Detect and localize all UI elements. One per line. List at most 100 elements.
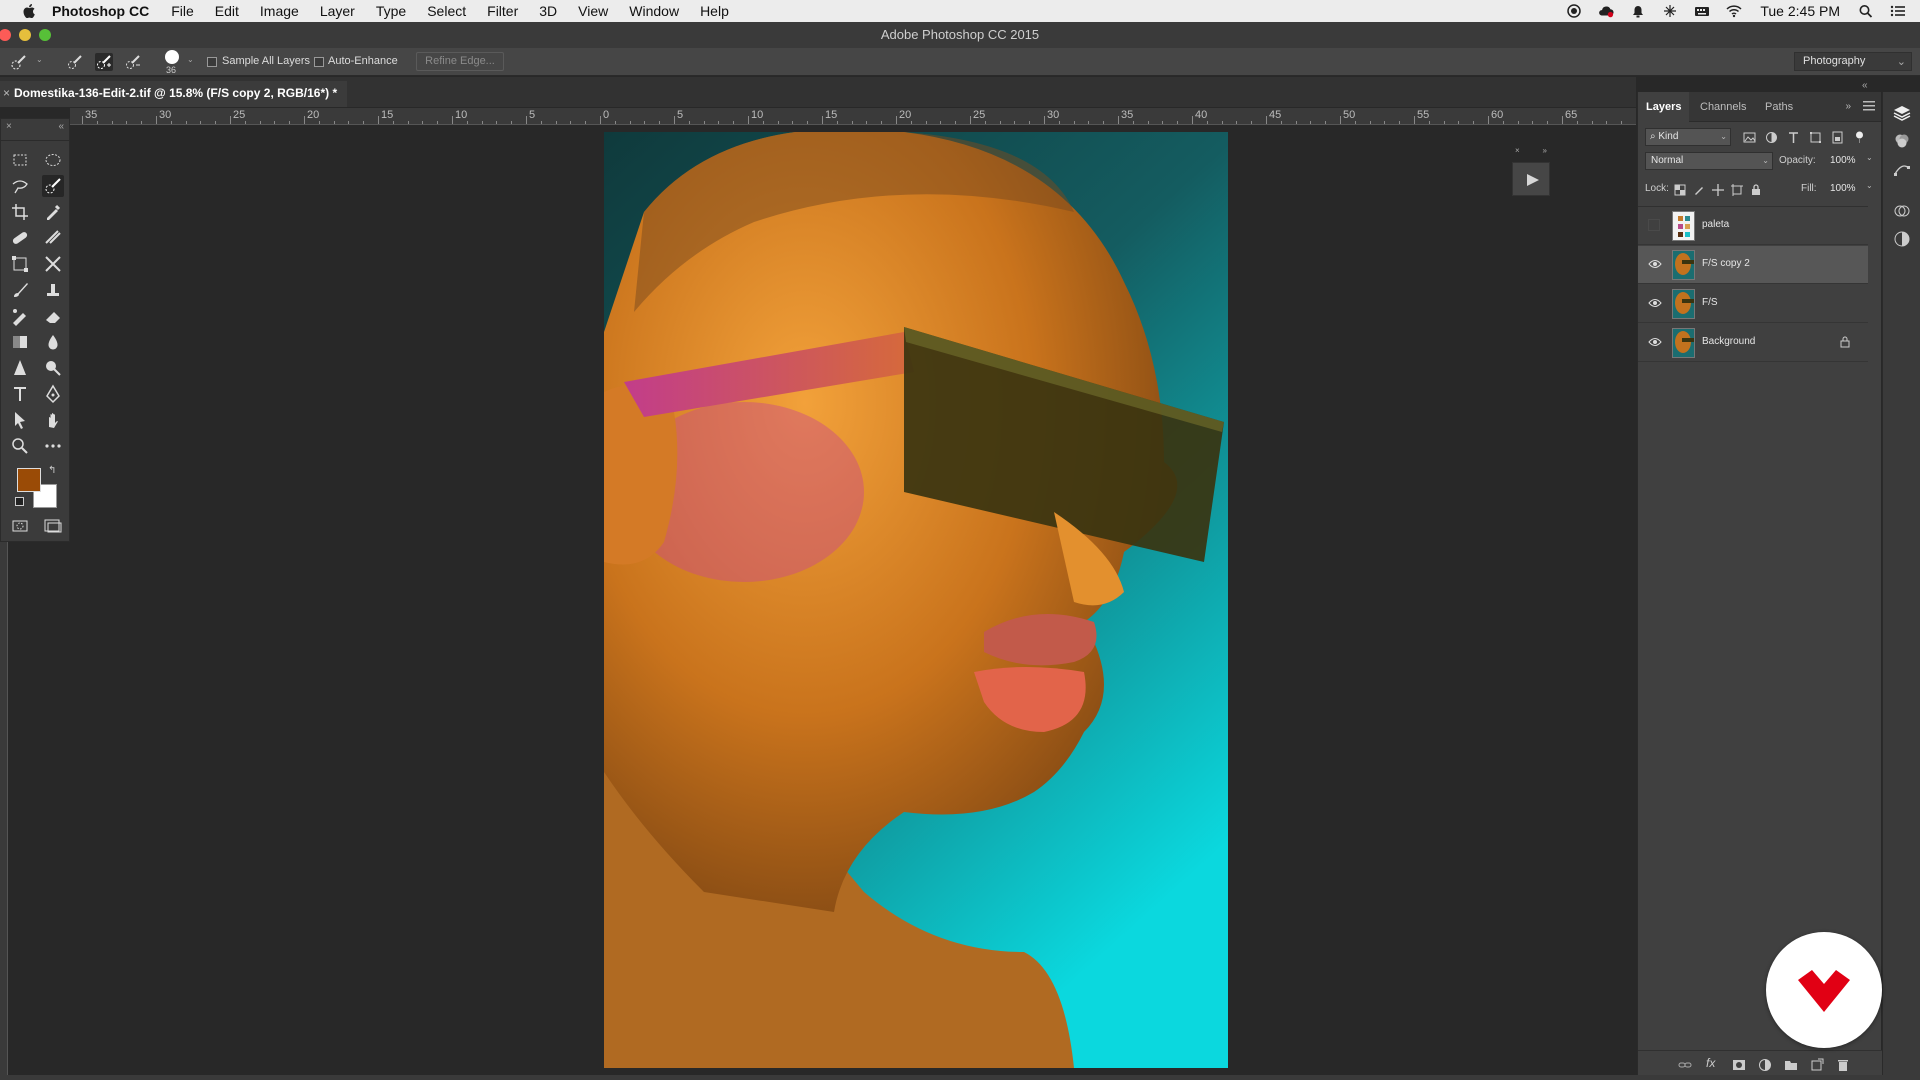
horizontal-ruler[interactable]: 35 30 25 20 15 10 5 0 5 10 15 20 25 30 35 40 45 50 55 60 65 [70,108,1636,125]
add-layer-style-icon[interactable]: fx [1706,1056,1720,1070]
menu-layer[interactable]: Layer [320,3,355,19]
filter-toggle-icon[interactable] [1853,131,1866,144]
expand-panel-icon[interactable]: » [1845,101,1851,112]
eye-icon[interactable] [1648,298,1662,308]
refine-edge-button[interactable]: Refine Edge... [416,52,504,71]
eyedropper-tool-icon[interactable] [42,201,64,223]
properties-panel-icon[interactable] [1893,230,1911,248]
lock-image-pixels-icon[interactable] [1693,184,1705,196]
blend-mode-select[interactable]: Normal ⌄ [1645,152,1773,170]
layer-row-paleta[interactable]: paleta [1638,207,1868,245]
notification-center-icon[interactable] [1890,4,1906,18]
layer-row-fs-copy-2[interactable]: F/S copy 2 [1638,246,1868,284]
spotlight-search-icon[interactable] [1858,4,1874,18]
layer-name[interactable]: F/S [1702,297,1718,308]
brush-picker-chevron-icon[interactable]: ⌄ [187,55,194,64]
more-tool-icon[interactable] [42,435,64,457]
eye-icon[interactable] [1648,259,1662,269]
creative-cloud-icon[interactable] [1598,4,1614,18]
auto-enhance-checkbox[interactable] [314,57,324,67]
menu-help[interactable]: Help [700,3,729,19]
lock-transparent-pixels-icon[interactable] [1674,184,1686,196]
workspace-switcher[interactable]: Photography ⌄ [1794,52,1912,71]
content-aware-move-tool-icon[interactable] [42,253,64,275]
link-layers-icon[interactable] [1678,1058,1692,1072]
healing-brush-tool-icon[interactable] [9,227,31,249]
filter-type-icon[interactable] [1787,131,1800,144]
zoom-tool-icon[interactable] [9,435,31,457]
document-canvas-image[interactable] [604,132,1228,1068]
swap-colors-icon[interactable]: ↰ [48,465,56,476]
delete-layer-icon[interactable] [1836,1058,1850,1072]
patch-tool-icon[interactable] [42,227,64,249]
tools-panel-header[interactable]: × « [1,119,69,141]
eraser-tool-icon[interactable] [42,305,64,327]
app-name-menu[interactable]: Photoshop CC [52,3,149,19]
add-layer-mask-icon[interactable] [1732,1058,1746,1072]
blur-tool-icon[interactable] [42,331,64,353]
mixer-brush-tool-icon[interactable] [9,305,31,327]
panel-menu-icon[interactable] [1863,101,1875,111]
layer-name[interactable]: paleta [1702,219,1729,230]
minimize-window-button[interactable] [19,29,31,41]
apple-icon[interactable] [20,4,38,18]
add-to-selection-icon[interactable] [95,53,113,71]
menubar-clock[interactable]: Tue 2:45 PM [1760,3,1840,19]
opacity-chevron-icon[interactable]: ⌄ [1866,153,1873,162]
elliptical-marquee-tool-icon[interactable] [42,149,64,171]
adjustments-panel-icon[interactable] [1893,202,1911,220]
filter-pixel-icon[interactable] [1743,131,1756,144]
opacity-input[interactable]: 100% [1830,155,1856,166]
sharpen-tool-icon[interactable] [9,357,31,379]
expand-mini-panel-icon[interactable]: » [1543,146,1547,156]
hand-tool-icon[interactable] [42,409,64,431]
notification-icon[interactable] [1630,4,1646,18]
layer-visibility-toggle[interactable] [1648,219,1660,231]
menu-type[interactable]: Type [376,3,406,19]
pen-tool-icon[interactable] [42,383,64,405]
menu-file[interactable]: File [171,3,194,19]
subtract-from-selection-icon[interactable] [124,53,142,71]
quick-selection-tool-icon[interactable] [42,175,64,197]
layers-panel-icon[interactable] [1893,104,1911,122]
tab-paths[interactable]: Paths [1765,92,1793,122]
eye-icon[interactable] [1648,337,1662,347]
layer-row-fs[interactable]: F/S [1638,285,1868,323]
tab-layers[interactable]: Layers [1638,92,1690,122]
layer-name[interactable]: Background [1702,336,1755,347]
layer-name[interactable]: F/S copy 2 [1702,258,1750,269]
menu-select[interactable]: Select [427,3,466,19]
menu-image[interactable]: Image [260,3,299,19]
tab-channels[interactable]: Channels [1700,92,1746,122]
new-group-icon[interactable] [1784,1058,1798,1072]
fill-chevron-icon[interactable]: ⌄ [1866,181,1873,190]
menu-view[interactable]: View [578,3,608,19]
wifi-icon[interactable] [1726,4,1742,18]
menu-filter[interactable]: Filter [487,3,518,19]
paths-panel-icon[interactable] [1893,160,1911,178]
new-layer-icon[interactable] [1810,1058,1824,1072]
close-document-icon[interactable]: × [3,81,10,105]
network-icon[interactable] [1662,4,1678,18]
close-window-button[interactable] [0,29,11,41]
zoom-window-button[interactable] [39,29,51,41]
quick-mask-icon[interactable] [9,515,31,537]
dodge-tool-icon[interactable] [42,357,64,379]
filter-adjustment-icon[interactable] [1765,131,1778,144]
menu-3d[interactable]: 3D [539,3,557,19]
brush-tool-icon[interactable] [9,279,31,301]
fill-input[interactable]: 100% [1830,183,1856,194]
foreground-color-swatch[interactable] [17,468,41,492]
collapse-panels-icon[interactable]: « [1862,80,1868,91]
path-selection-tool-icon[interactable] [9,409,31,431]
new-selection-icon[interactable] [66,53,84,71]
brush-preview[interactable] [165,50,179,64]
document-tab[interactable]: × Domestika-136-Edit-2.tif @ 15.8% (F/S … [0,81,348,107]
gradient-tool-icon[interactable] [9,331,31,353]
default-colors-icon[interactable] [15,497,24,506]
clone-stamp-tool-icon[interactable] [42,279,64,301]
record-icon[interactable] [1566,4,1582,18]
filter-kind-select[interactable]: ⌕ Kind ⌄ [1645,128,1731,146]
keyboard-icon[interactable] [1694,4,1710,18]
lock-position-icon[interactable] [1712,184,1724,196]
